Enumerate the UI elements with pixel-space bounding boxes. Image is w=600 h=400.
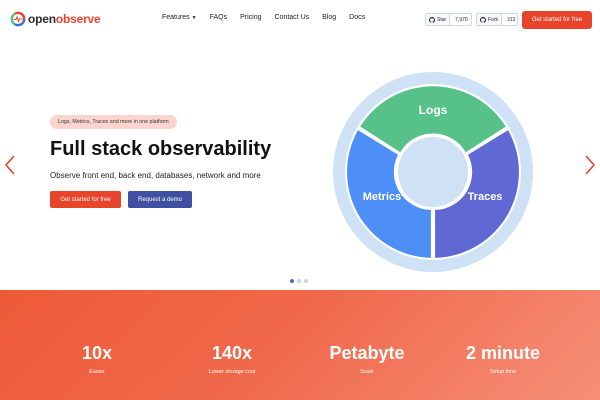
hero-subtitle: Observe front end, back end, databases, … [50,171,261,180]
github-icon [429,16,435,23]
main-nav: Features ▼ FAQs Pricing Contact Us Blog D… [162,14,378,21]
brand-name-part1: open [28,12,56,26]
nav-faqs[interactable]: FAQs [210,14,228,21]
stat-label: Setup time [489,369,517,375]
stat-label: Easier [89,369,105,375]
github-star-widget[interactable]: Star 7,970 [425,13,472,26]
stat-value: Petabyte [329,343,405,363]
brand-logo[interactable]: openobserve [10,11,101,27]
nav-features[interactable]: Features ▼ [162,14,197,21]
chevron-right-icon[interactable] [584,154,596,176]
chevron-left-icon[interactable] [4,154,16,176]
nav-features-label: Features [162,14,190,21]
diagram-label-metrics: Metrics [363,191,402,203]
nav-blog[interactable]: Blog [322,14,336,21]
stat-item: 2 minute Setup time [443,343,563,375]
stat-label: Scale [360,369,374,375]
brand-name-part2: observe [55,12,101,26]
hero-title: Full stack observability [50,138,272,160]
stat-item: Petabyte Scale [307,343,427,375]
openobserve-logo-icon [10,11,26,27]
github-star-label: Star [437,16,447,23]
carousel-dot-3[interactable] [304,279,308,283]
brand-name: openobserve [28,12,101,26]
carousel-indicators [290,279,308,283]
hero-tagline-badge: Logs, Metrics, Traces and more in one pl… [50,115,177,129]
github-fork-count[interactable]: 313 [502,14,520,25]
nav-docs[interactable]: Docs [349,14,365,21]
github-icon [480,16,486,23]
stat-item: 140x Lower storage cost [172,343,292,375]
stat-value: 140x [211,343,253,363]
nav-pricing[interactable]: Pricing [240,14,261,21]
github-fork-label: Fork [488,16,498,23]
stat-item: 10x Easier [37,343,157,375]
github-fork-button[interactable]: Fork [477,14,502,25]
hero-get-started-button[interactable]: Get started for free [50,191,121,208]
carousel-dot-2[interactable] [297,279,301,283]
observability-diagram: Logs Traces Metrics [333,72,533,272]
caret-down-icon: ▼ [191,15,197,21]
stat-value: 2 minute [465,343,540,363]
nav-contact[interactable]: Contact Us [275,14,310,21]
header-get-started-button[interactable]: Get started for free [522,11,592,29]
diagram-label-traces: Traces [468,191,503,203]
site-header: openobserve Features ▼ FAQs Pricing Conta… [0,0,600,40]
stat-value: 10x [81,343,113,363]
carousel-dot-1[interactable] [290,279,294,283]
stat-label: Lower storage cost [208,369,256,375]
github-star-count[interactable]: 7,970 [450,14,473,25]
request-demo-button[interactable]: Request a demo [128,191,192,208]
github-fork-widget[interactable]: Fork 313 [476,13,518,26]
stats-section: 10x Easier 140x Lower storage cost Petab… [0,290,600,400]
diagram-label-logs: Logs [419,103,448,117]
diagram-center [398,137,468,207]
github-star-button[interactable]: Star [426,14,451,25]
